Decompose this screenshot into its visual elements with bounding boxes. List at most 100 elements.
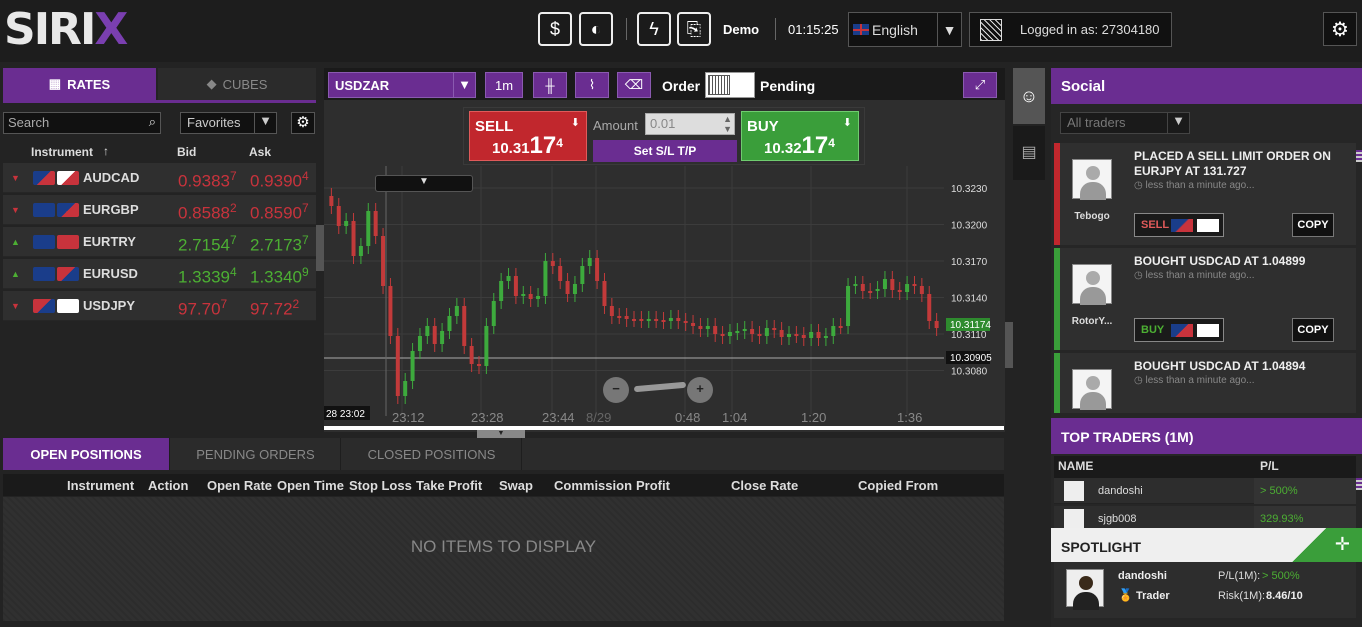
spotlight-body[interactable]: dandoshi 🏅 Trader P/L(1M): > 500% Risk(1…: [1054, 562, 1356, 618]
col-open-rate[interactable]: Open Rate: [207, 478, 272, 493]
scroll-indicator[interactable]: [1356, 150, 1362, 162]
candle-body: [890, 279, 895, 290]
social-feed-item[interactable]: Tebogo PLACED A SELL LIMIT ORDER ON EURJP…: [1054, 143, 1356, 245]
col-instrument[interactable]: Instrument: [31, 145, 93, 159]
traders-filter-select[interactable]: All traders ▼: [1060, 112, 1190, 134]
ask-price[interactable]: 2.71737: [250, 233, 309, 256]
amount-input[interactable]: 0.01 ▲ ▼: [645, 113, 735, 135]
avatar[interactable]: [1072, 369, 1112, 410]
order-pending-toggle[interactable]: [705, 72, 755, 98]
rate-row-eurusd[interactable]: ▲ EURUSD 1.33394 1.33409: [3, 259, 316, 289]
col-take-profit[interactable]: Take Profit: [416, 478, 482, 493]
ask-price[interactable]: 0.93904: [250, 169, 309, 192]
search-input[interactable]: Search ⌕: [3, 112, 161, 134]
separator: [775, 18, 776, 40]
symbol-select[interactable]: USDZAR ▼: [328, 72, 476, 98]
col-action[interactable]: Action: [148, 478, 188, 493]
language-select[interactable]: English ▼: [848, 12, 962, 47]
bid-price[interactable]: 2.71547: [178, 233, 237, 256]
bid-price[interactable]: 0.85882: [178, 201, 237, 224]
avatar: [1066, 569, 1104, 610]
chevron-down-icon[interactable]: ▼: [453, 73, 475, 97]
instrument-name: AUDCAD: [83, 170, 140, 185]
buy-button[interactable]: BUY ⬇ 10.32174: [741, 111, 859, 161]
zoom-in-icon[interactable]: +: [687, 377, 713, 403]
candle-body: [521, 294, 526, 296]
chevron-down-icon[interactable]: ▼: [937, 13, 961, 46]
col-profit[interactable]: Profit: [636, 478, 670, 493]
rate-row-usdjpy[interactable]: ▼ USDJPY 97.707 97.722: [3, 291, 316, 321]
copy-button[interactable]: COPY: [1292, 213, 1334, 237]
set-sl-tp-button[interactable]: Set S/L T/P: [593, 140, 737, 162]
rates-settings-icon[interactable]: ⚙: [291, 112, 315, 134]
trader-name[interactable]: sjgb008: [1098, 513, 1137, 525]
tab-pending-orders[interactable]: PENDING ORDERS: [171, 438, 341, 470]
eraser-icon[interactable]: ⌫: [617, 72, 651, 98]
col-commission[interactable]: Commission: [554, 478, 632, 493]
search-icon[interactable]: ⌕: [149, 114, 156, 130]
spotlight-pl-label: P/L(1M):: [1218, 570, 1261, 582]
col-swap[interactable]: Swap: [499, 478, 533, 493]
account-box[interactable]: Logged in as: 27304180: [969, 12, 1172, 47]
chart-scrollbar[interactable]: [324, 426, 1004, 430]
tab-cubes[interactable]: ◆ CUBES: [158, 68, 316, 100]
bid-price[interactable]: 0.93837: [178, 169, 237, 192]
spotlight-name[interactable]: dandoshi: [1118, 570, 1167, 582]
ask-price[interactable]: 97.722: [250, 297, 299, 320]
lightning-icon[interactable]: ϟ: [637, 12, 671, 46]
line-chart-icon[interactable]: ⌇: [575, 72, 609, 98]
favorites-select[interactable]: Favorites ▼: [180, 112, 277, 134]
price-chart[interactable]: 10.3230 10.3200 10.3170 10.3140 10.3110 10.30…: [324, 166, 1005, 432]
col-stop-loss[interactable]: Stop Loss: [349, 478, 412, 493]
rate-row-audcad[interactable]: ▼ AUDCAD 0.93837 0.93904: [3, 163, 316, 193]
search-placeholder: Search: [8, 115, 50, 130]
new-document-icon[interactable]: ⎘: [677, 12, 711, 46]
ask-price[interactable]: 1.33409: [250, 265, 309, 288]
col-open-time[interactable]: Open Time: [277, 478, 344, 493]
copy-button[interactable]: COPY: [1292, 318, 1334, 342]
right-collapse-handle[interactable]: [1005, 322, 1013, 368]
trader-name[interactable]: dandoshi: [1098, 485, 1143, 497]
flag-icon: [1197, 219, 1219, 232]
rate-row-eurtry[interactable]: ▲ EURTRY 2.71547 2.71737: [3, 227, 316, 257]
avatar[interactable]: [1072, 264, 1112, 305]
fullscreen-icon[interactable]: ⤢: [963, 72, 997, 98]
tab-open-positions[interactable]: OPEN POSITIONS: [3, 438, 170, 470]
bid-price[interactable]: 1.33394: [178, 265, 237, 288]
timeframe-button[interactable]: 1m: [485, 72, 523, 98]
news-icon[interactable]: ▤: [1013, 126, 1045, 180]
rate-row-eurgbp[interactable]: ▼ EURGBP 0.85882 0.85907: [3, 195, 316, 225]
theme-toggle-icon[interactable]: ◐: [579, 12, 613, 46]
tab-rates[interactable]: ▦ RATES: [3, 68, 156, 100]
collapse-toggle-icon[interactable]: ▼: [375, 175, 473, 192]
col-close-rate[interactable]: Close Rate: [731, 478, 798, 493]
candle-body: [683, 321, 688, 323]
col-instrument[interactable]: Instrument: [67, 478, 134, 493]
zoom-out-icon[interactable]: −: [603, 377, 629, 403]
sell-button[interactable]: SELL ⬇ 10.31174: [469, 111, 587, 161]
candles-icon[interactable]: ╫: [533, 72, 567, 98]
candle-body: [425, 326, 430, 336]
trader-name[interactable]: RotorY...: [1064, 316, 1120, 327]
stepper-icon[interactable]: ▲ ▼: [723, 114, 732, 134]
chevron-down-icon[interactable]: ▼: [1167, 113, 1189, 133]
bid-price[interactable]: 97.707: [178, 297, 227, 320]
chevron-down-icon[interactable]: ▼: [254, 113, 276, 133]
left-collapse-handle[interactable]: [316, 225, 324, 271]
settings-gear-icon[interactable]: ⚙: [1323, 12, 1357, 46]
panel-resize-handle[interactable]: ▼: [477, 430, 525, 438]
top-trader-row[interactable]: dandoshi > 500%: [1054, 478, 1356, 504]
deposit-icon[interactable]: $: [538, 12, 572, 46]
col-copied-from[interactable]: Copied From: [858, 478, 938, 493]
social-user-icon[interactable]: ☺: [1013, 68, 1045, 124]
ask-price[interactable]: 0.85907: [250, 201, 309, 224]
avatar-body: [1073, 592, 1099, 610]
trader-name[interactable]: Tebogo: [1064, 211, 1120, 222]
avatar[interactable]: [1072, 159, 1112, 200]
social-feed-item[interactable]: RotorY... BOUGHT USDCAD AT 1.04899 ◷ less …: [1054, 248, 1356, 350]
candle-body: [897, 290, 902, 292]
candle-body: [550, 261, 555, 266]
tab-closed-positions[interactable]: CLOSED POSITIONS: [342, 438, 522, 470]
social-feed-item[interactable]: BOUGHT USDCAD AT 1.04894 ◷ less than a mi…: [1054, 353, 1356, 413]
scroll-indicator[interactable]: [1356, 478, 1362, 490]
